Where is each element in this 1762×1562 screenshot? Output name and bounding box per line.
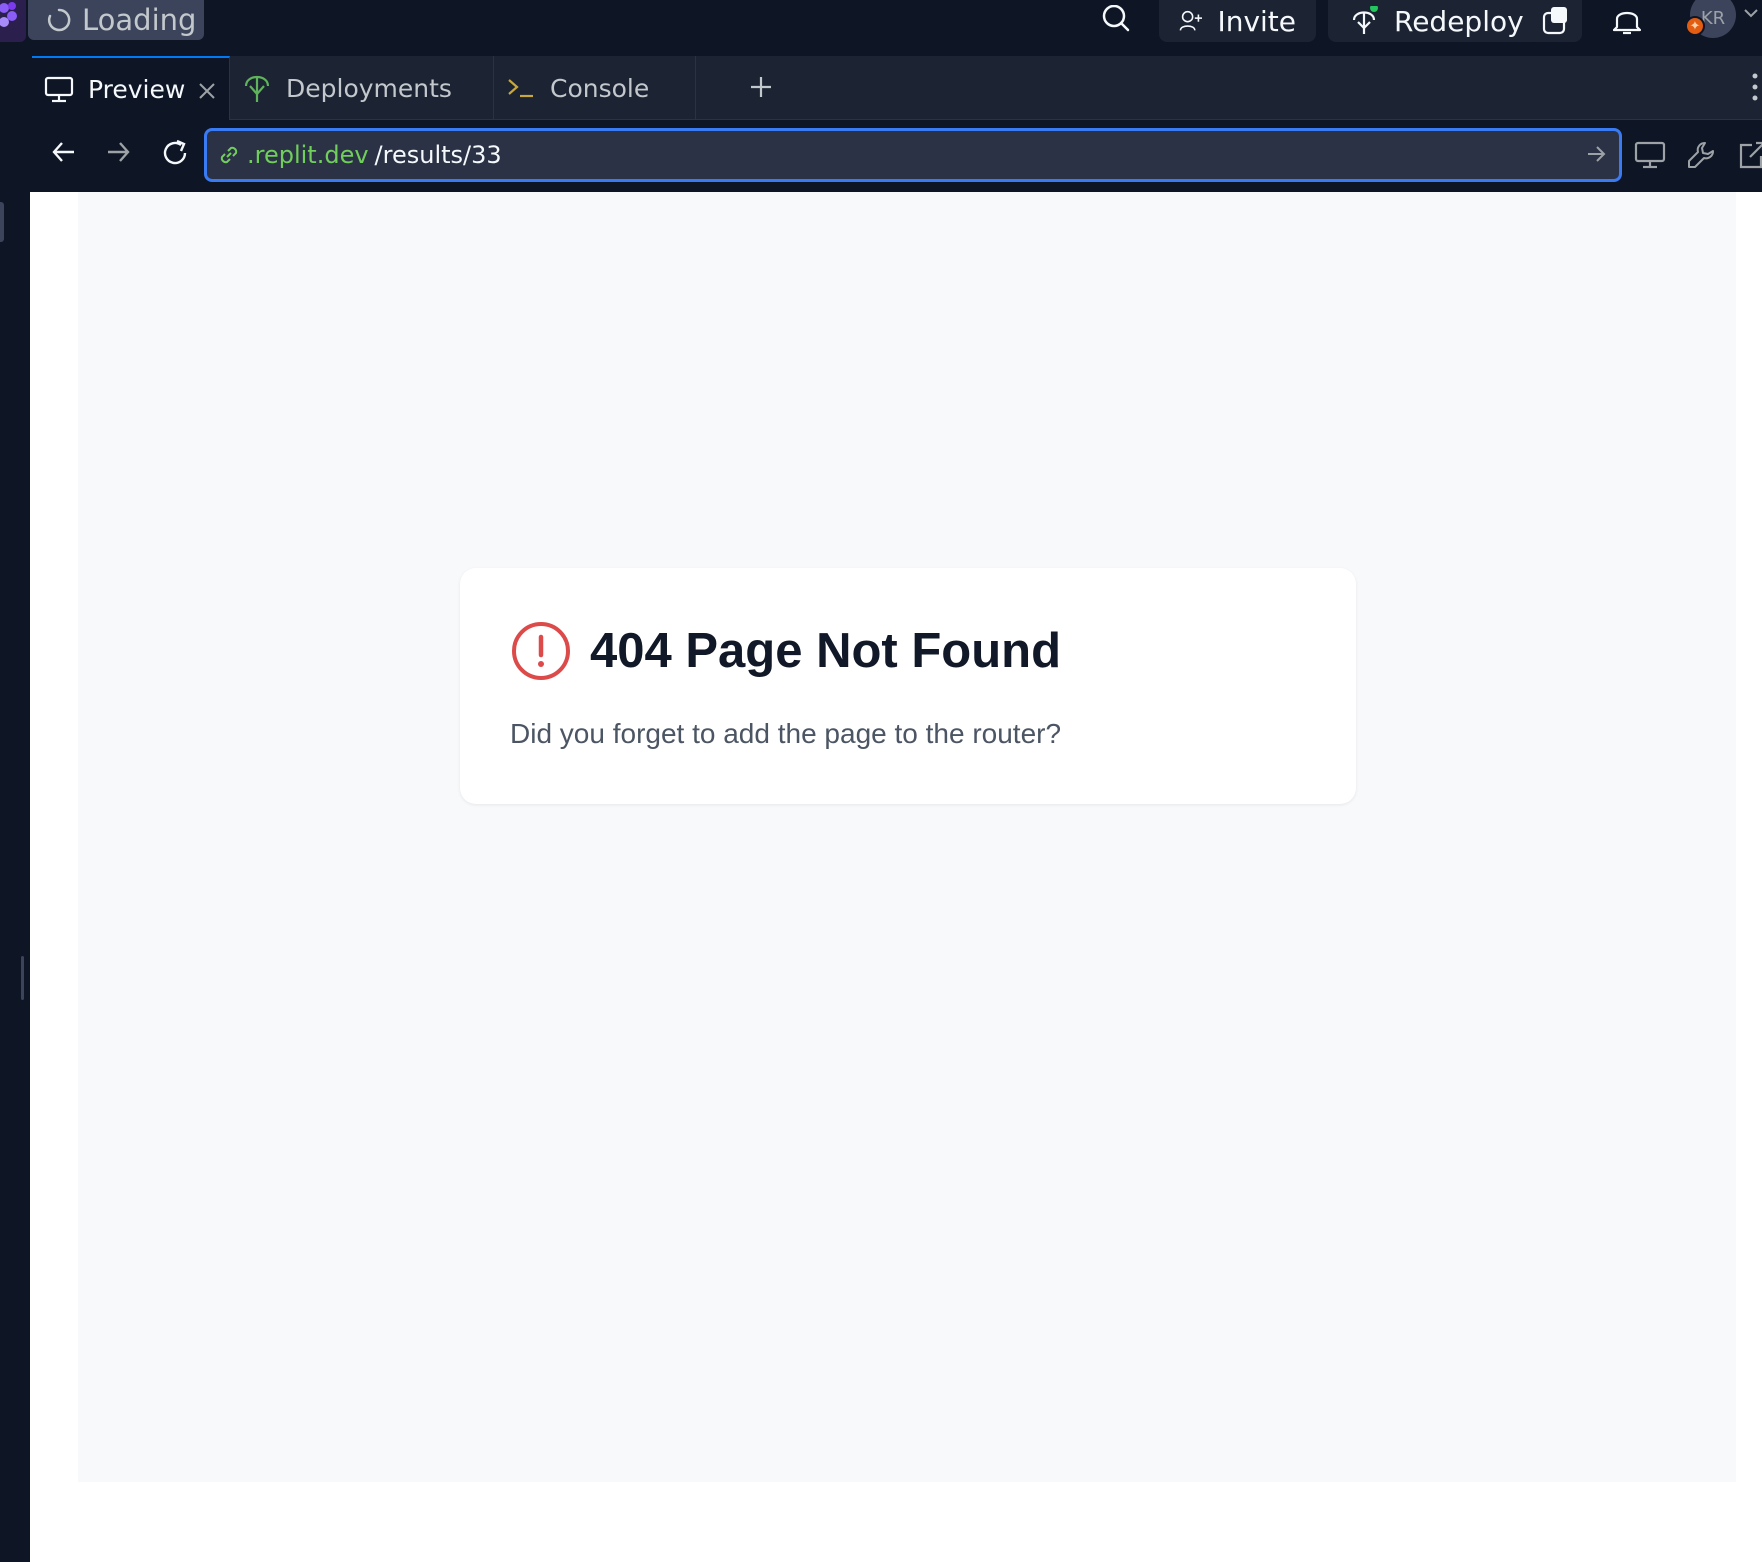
tab-label: Console	[550, 73, 650, 103]
deploy-icon	[1352, 6, 1378, 34]
link-icon	[220, 146, 238, 164]
arrow-right-icon	[108, 142, 130, 162]
page-canvas: 404 Page Not Found Did you forget to add…	[78, 192, 1736, 1482]
external-link-icon	[1739, 141, 1762, 169]
rail-tab[interactable]	[0, 202, 4, 242]
kebab-icon	[1752, 73, 1758, 101]
invite-label: Invite	[1217, 4, 1296, 38]
invite-button[interactable]: Invite	[1159, 0, 1316, 42]
go-arrow-icon[interactable]	[1585, 143, 1607, 171]
address-bar-row: .replit.dev/results/33	[32, 120, 1762, 192]
avatar-badge: ✦	[1685, 16, 1705, 36]
top-bar: Loading Invite Redeploy KR ✦	[0, 0, 1762, 56]
redeploy-label: Redeploy	[1394, 4, 1524, 38]
reload-button[interactable]	[160, 138, 190, 172]
resize-handle[interactable]	[21, 956, 24, 1000]
more-options-button[interactable]	[1750, 72, 1760, 106]
logo-icon	[0, 2, 17, 27]
deploy-icon	[244, 75, 270, 102]
add-user-icon	[1179, 10, 1202, 31]
back-button[interactable]	[50, 138, 78, 170]
device-preview-button[interactable]	[1634, 140, 1666, 174]
wrench-icon	[1688, 142, 1714, 168]
left-rail	[0, 56, 30, 1562]
page-title: 404 Page Not Found	[590, 624, 1062, 678]
tab-preview[interactable]: Preview	[32, 56, 230, 120]
monitor-icon	[44, 76, 74, 103]
preview-viewport: 404 Page Not Found Did you forget to add…	[30, 192, 1762, 1562]
copy-icon	[1542, 7, 1567, 35]
replit-logo[interactable]	[0, 0, 26, 42]
devtools-button[interactable]	[1686, 140, 1716, 174]
forward-button[interactable]	[104, 138, 132, 170]
loading-label: Loading	[82, 3, 197, 37]
add-tab-button[interactable]	[748, 74, 774, 104]
card-header: 404 Page Not Found	[510, 620, 1061, 682]
not-found-card: 404 Page Not Found Did you forget to add…	[460, 568, 1356, 804]
tab-label: Deployments	[286, 73, 452, 103]
arrow-left-icon	[52, 142, 74, 162]
refresh-icon	[163, 139, 187, 165]
url-domain: .replit.dev	[247, 141, 369, 169]
tab-label: Preview	[88, 74, 186, 104]
chevron-down-icon[interactable]	[1742, 4, 1760, 26]
open-new-tab-button[interactable]	[1738, 140, 1762, 174]
bell-icon	[1613, 11, 1641, 35]
url-input[interactable]: .replit.dev/results/33	[204, 128, 1622, 182]
alert-circle-icon	[512, 622, 570, 680]
notifications-button[interactable]	[1612, 0, 1642, 40]
monitor-icon	[1634, 141, 1666, 169]
tab-bar: Preview Deployments Console	[32, 56, 1762, 120]
replit-workspace: Loading Invite Redeploy KR ✦ Preview Dep…	[0, 0, 1762, 1562]
loading-indicator: Loading	[28, 0, 204, 40]
error-message: Did you forget to add the page to the ro…	[510, 718, 1062, 749]
url-path: /results/33	[374, 141, 502, 169]
plus-icon	[751, 77, 771, 97]
spinner-icon	[47, 8, 71, 32]
tab-console[interactable]: Console	[494, 56, 696, 120]
multiplayer-button[interactable]	[1530, 0, 1582, 42]
tab-deployments[interactable]: Deployments	[230, 56, 494, 120]
search-icon	[1102, 5, 1130, 32]
terminal-icon	[508, 79, 533, 98]
search-button[interactable]	[1096, 0, 1136, 40]
close-icon[interactable]	[197, 78, 217, 107]
